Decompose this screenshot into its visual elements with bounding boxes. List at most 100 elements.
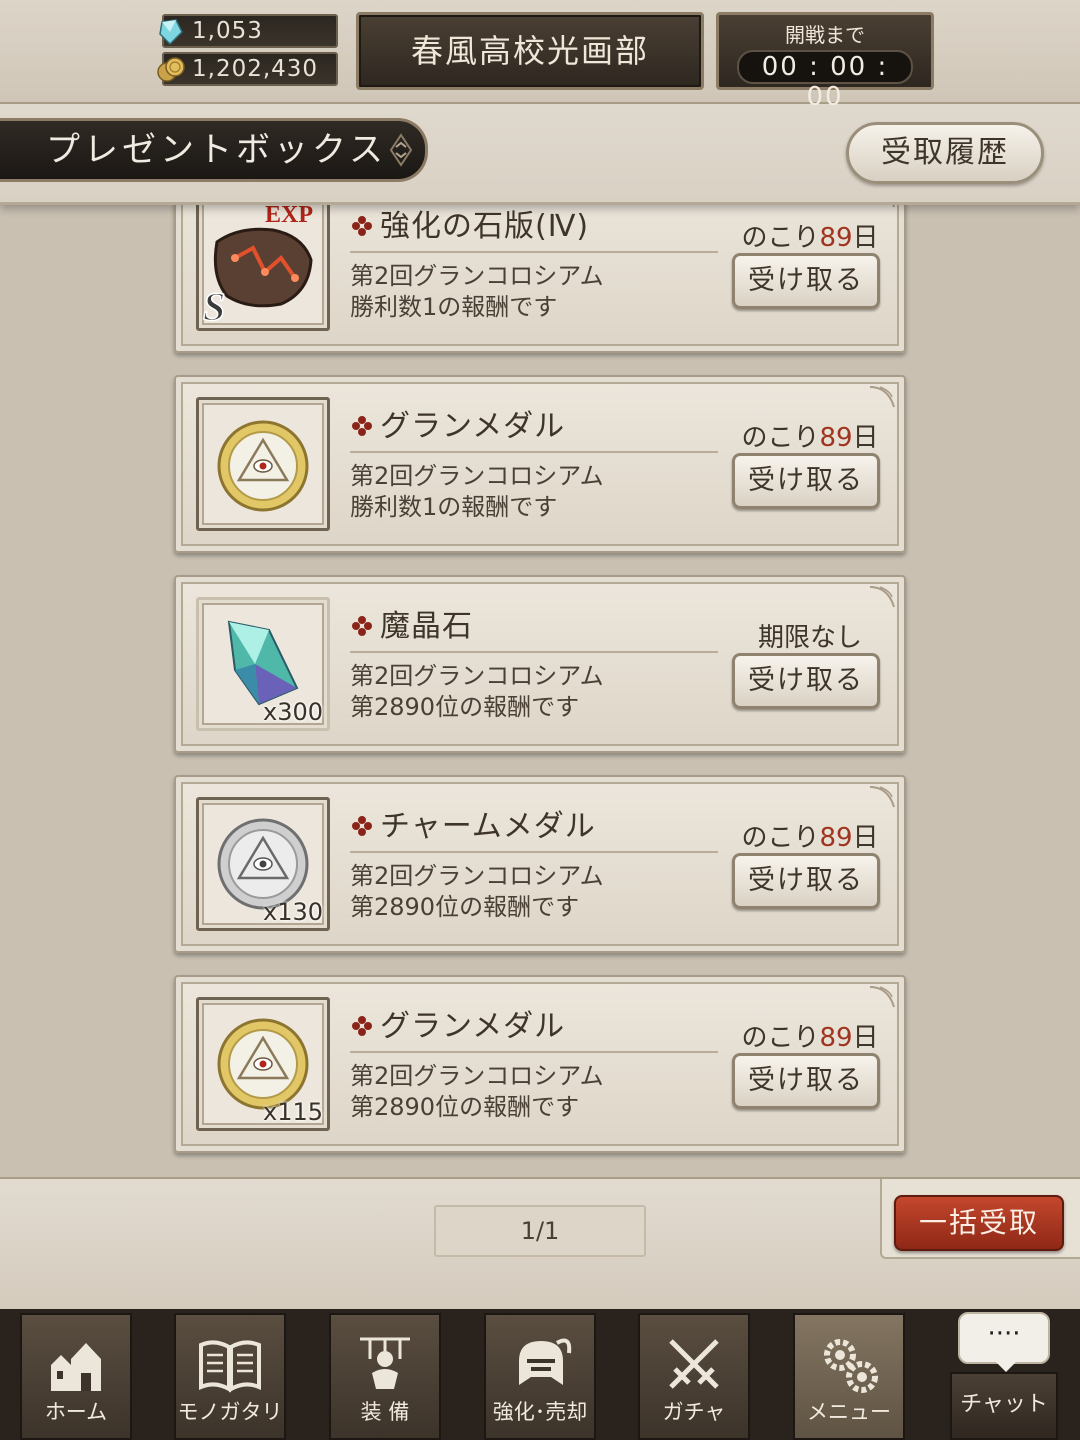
days-value: 89: [819, 423, 853, 453]
item-description: 第2回グランコロシアム 勝利数1の報酬です: [350, 261, 730, 323]
footer-bar: 1/1 一括受取: [0, 1177, 1080, 1309]
divider: [350, 1051, 718, 1053]
nav-menu[interactable]: メニュー: [793, 1313, 905, 1440]
description-line: 勝利数1の報酬です: [350, 493, 558, 521]
page-title: プレゼントボックス: [0, 118, 428, 182]
corner-ornament-icon: [892, 205, 895, 208]
item-name-text: 強化の石版(Ⅳ): [380, 209, 590, 244]
item-quantity: x130: [262, 898, 323, 926]
item-description: 第2回グランコロシアム 第2890位の報酬です: [350, 861, 730, 923]
days-value: 89: [819, 823, 853, 853]
item-name-text: グランメダル: [380, 1009, 566, 1044]
present-card: EXP S 強化の石版(Ⅳ) 第2回グランコロシアム 勝利数1の報酬です のこり…: [174, 205, 906, 353]
gem-icon: [159, 19, 183, 46]
divider: [350, 851, 718, 853]
item-name: グランメダル: [350, 1001, 565, 1045]
receive-button[interactable]: 受け取る: [732, 653, 880, 709]
timer-value: 00 : 00 : 00: [737, 50, 913, 112]
receive-button[interactable]: 受け取る: [732, 1053, 880, 1109]
divider: [350, 451, 718, 453]
exp-stone-tablet-icon: EXP S: [202, 205, 313, 328]
remaining-prefix: のこり: [741, 1023, 820, 1053]
claim-all-button[interactable]: 一括受取: [894, 1195, 1064, 1251]
present-card: グランメダル 第2回グランコロシアム 勝利数1の報酬です のこり89日 受け取る: [174, 375, 906, 553]
book-icon: [199, 1340, 261, 1393]
remaining-days: のこり89日: [732, 217, 888, 254]
description-line: 第2回グランコロシアム: [350, 862, 604, 890]
remaining-days: のこり89日: [732, 417, 888, 454]
remaining-suffix: 期限なし: [757, 623, 862, 653]
remaining-suffix: 日: [852, 423, 879, 453]
item-badge: EXP: [265, 205, 313, 228]
club-name: 春風高校光画部: [410, 32, 649, 70]
item-quantity: x300: [262, 698, 323, 726]
receive-button[interactable]: 受け取る: [732, 453, 880, 509]
gem-counter: 1,053: [159, 14, 338, 48]
battle-timer: 開戦まで 00 : 00 : 00: [716, 12, 934, 112]
divider: [350, 251, 718, 253]
description-line: 勝利数1の報酬です: [350, 293, 558, 321]
clover-mark-icon: [352, 416, 372, 436]
nav-gacha[interactable]: ガチャ: [638, 1313, 750, 1440]
remaining-prefix: のこり: [741, 823, 820, 853]
ornament-icon: [389, 133, 413, 167]
nav-home[interactable]: ホーム: [20, 1313, 132, 1440]
gem-count: 1,053: [192, 18, 263, 44]
remaining-prefix: のこり: [741, 423, 820, 453]
divider: [350, 651, 718, 653]
corner-ornament-icon: [869, 386, 895, 408]
remaining-days: のこり89日: [732, 1017, 888, 1054]
coin-counter: 1,202,430: [157, 52, 338, 86]
gears-icon: [824, 1339, 878, 1393]
remaining-suffix: 日: [852, 1023, 879, 1053]
chat-bubble-icon[interactable]: ····: [958, 1312, 1050, 1364]
nav-chat[interactable]: チャット: [950, 1372, 1058, 1440]
present-list[interactable]: EXP S 強化の石版(Ⅳ) 第2回グランコロシアム 勝利数1の報酬です のこり…: [0, 205, 1080, 1177]
nav-equip[interactable]: 装 備: [329, 1313, 441, 1440]
puppet-icon: [360, 1337, 410, 1389]
item-quantity: x115: [262, 1098, 323, 1126]
clover-mark-icon: [352, 1016, 372, 1036]
receive-button[interactable]: 受け取る: [732, 253, 880, 309]
chat-bubble-tail: [996, 1362, 1016, 1372]
present-card: x300 魔晶石 第2回グランコロシアム 第2890位の報酬です 期限なし 受け…: [174, 575, 906, 753]
page-title-text: プレゼントボックス: [46, 130, 387, 170]
item-name: チャームメダル: [350, 801, 596, 845]
nav-label: 装 備: [360, 1400, 410, 1424]
gold-medal-icon: [217, 420, 309, 512]
item-name: 強化の石版(Ⅳ): [350, 205, 589, 245]
present-card: x130 チャームメダル 第2回グランコロシアム 第2890位の報酬です のこり…: [174, 775, 906, 953]
corner-ornament-icon: [869, 586, 895, 608]
item-name-text: 魔晶石: [380, 609, 473, 644]
receive-history-button[interactable]: 受取履歴: [846, 122, 1044, 184]
remaining-prefix: のこり: [741, 223, 820, 253]
clover-mark-icon: [352, 216, 372, 236]
present-card: x115 グランメダル 第2回グランコロシアム 第2890位の報酬です のこり8…: [174, 975, 906, 1153]
item-icon-frame: x115: [196, 997, 330, 1131]
remaining-suffix: 日: [852, 823, 879, 853]
coin-count: 1,202,430: [192, 56, 319, 82]
description-line: 第2回グランコロシアム: [350, 262, 604, 290]
receive-history-label: 受取履歴: [881, 135, 1009, 170]
remaining-suffix: 日: [852, 223, 879, 253]
nav-story[interactable]: モノガタリ: [174, 1313, 286, 1440]
clover-mark-icon: [352, 816, 372, 836]
description-line: 第2回グランコロシアム: [350, 462, 604, 490]
item-icon-frame: x130: [196, 797, 330, 931]
nav-enhance-sell[interactable]: 強化･売却: [484, 1313, 596, 1440]
helmet-icon: [519, 1338, 572, 1385]
nav-label: チャット: [960, 1392, 1048, 1417]
nav-label: メニュー: [807, 1400, 891, 1424]
item-icon-frame: EXP S: [196, 205, 330, 331]
item-description: 第2回グランコロシアム 第2890位の報酬です: [350, 1061, 730, 1123]
timer-label: 開戦まで: [785, 23, 865, 47]
crossed-swords-icon: [669, 1339, 719, 1389]
nav-label: 強化･売却: [492, 1400, 588, 1424]
description-line: 第2回グランコロシアム: [350, 1062, 604, 1090]
description-line: 第2890位の報酬です: [350, 693, 580, 721]
item-name-text: グランメダル: [380, 409, 566, 444]
rank-label: S: [203, 284, 225, 328]
days-value: 89: [819, 223, 853, 253]
receive-button[interactable]: 受け取る: [732, 853, 880, 909]
bottom-nav: ホーム モノガタリ 装 備 強化･売却 ガチャ メニュー: [0, 1309, 1080, 1440]
